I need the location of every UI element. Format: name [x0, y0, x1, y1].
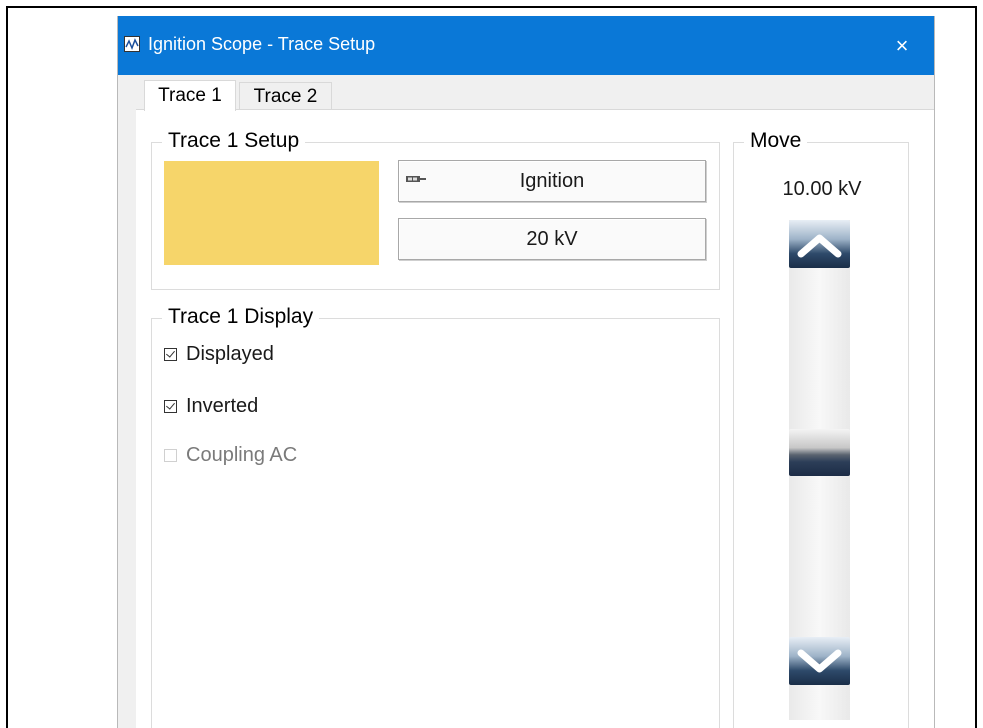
tab-trace-2[interactable]: Trace 2: [239, 82, 332, 111]
coupling-ac-checkbox[interactable]: Coupling AC: [164, 444, 297, 467]
move-slider-thumb[interactable]: [789, 429, 850, 476]
trace-color-swatch[interactable]: [164, 161, 379, 265]
inverted-label: Inverted: [186, 395, 259, 417]
chevron-up-icon: [797, 234, 842, 258]
displayed-label: Displayed: [186, 343, 274, 365]
trace-display-legend: Trace 1 Display: [162, 305, 320, 329]
tab-trace-1[interactable]: Trace 1: [144, 80, 236, 111]
scope-app-icon: [124, 36, 140, 52]
source-select-button[interactable]: Ignition: [398, 160, 706, 202]
move-group: Move 10.00 kV: [733, 129, 909, 728]
inverted-checkbox[interactable]: Inverted: [164, 395, 258, 418]
move-legend: Move: [744, 129, 808, 153]
trace-display-group: Trace 1 Display Displayed Inverted Coupl…: [151, 305, 720, 728]
checkbox-icon: [164, 348, 177, 361]
move-up-button[interactable]: [789, 220, 850, 268]
chevron-down-icon: [797, 649, 842, 673]
displayed-checkbox[interactable]: Displayed: [164, 343, 274, 366]
coupling-ac-label: Coupling AC: [186, 444, 298, 466]
trace-setup-legend: Trace 1 Setup: [162, 129, 306, 153]
title-bar: Ignition Scope - Trace Setup ×: [118, 16, 934, 75]
window-title: Ignition Scope - Trace Setup: [148, 34, 376, 54]
close-icon: ×: [895, 32, 909, 58]
tab-strip: Trace 1 Trace 2: [118, 75, 934, 111]
checkbox-icon: [164, 400, 177, 413]
probe-icon: [406, 176, 426, 182]
move-value-readout: 10.00 kV: [782, 178, 862, 200]
source-label: Ignition: [519, 169, 585, 192]
scale-select-button[interactable]: 20 kV: [398, 218, 706, 260]
scale-label: 20 kV: [526, 227, 578, 250]
trace-setup-window: Ignition Scope - Trace Setup × Trace 1 T…: [117, 16, 935, 728]
tab-content: Trace 1 Setup Ignition 20 kV Trace 1 Dis…: [136, 109, 934, 728]
checkbox-icon: [164, 449, 177, 462]
move-down-button[interactable]: [789, 637, 850, 685]
close-button[interactable]: ×: [870, 16, 934, 75]
trace-setup-group: Trace 1 Setup Ignition 20 kV: [151, 129, 720, 290]
